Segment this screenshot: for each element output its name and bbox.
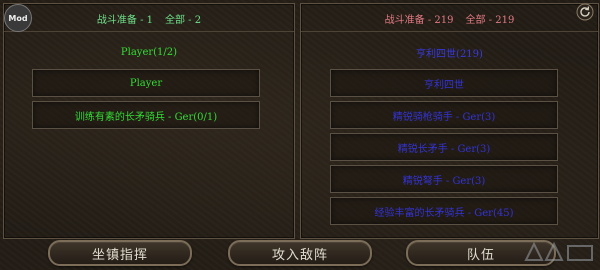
enemy-total-count: 全部 - 219 [465, 14, 515, 26]
enemy-troop-row[interactable]: 亨利四世 [330, 69, 558, 97]
player-party-header: 战斗准备 - 1 全部 - 2 [4, 4, 294, 32]
refresh-icon[interactable] [576, 3, 594, 21]
command-from-rear-button[interactable]: 坐镇指挥 [48, 240, 192, 266]
player-troop-row[interactable]: 训练有素的长矛骑兵 - Ger(0/1) [32, 101, 260, 129]
mod-badge[interactable]: Mod [4, 4, 32, 32]
header-divider [4, 31, 294, 32]
enemy-troop-row[interactable]: 精锐骑枪骑手 - Ger(3) [330, 101, 558, 129]
enemy-party-panel: 战斗准备 - 219 全部 - 219 亨利四世(219) 亨利四世 精锐骑枪骑… [300, 3, 599, 239]
header-divider [301, 31, 598, 32]
enemy-troop-row[interactable]: 精锐弩手 - Ger(3) [330, 165, 558, 193]
enemy-troop-row[interactable]: 精锐长矛手 - Ger(3) [330, 133, 558, 161]
player-group-title[interactable]: Player(1/2) [4, 40, 294, 64]
enemy-ready-count: 战斗准备 - 219 [384, 14, 454, 26]
enemy-group-title[interactable]: 亨利四世(219) [301, 40, 598, 64]
party-formation-button[interactable]: 队伍 [406, 240, 556, 266]
charge-attack-button[interactable]: 攻入敌阵 [228, 240, 372, 266]
player-ready-count: 战斗准备 - 1 [96, 14, 153, 26]
enemy-troop-row[interactable]: 经验丰富的长矛骑兵 - Ger(45) [330, 197, 558, 225]
player-total-count: 全部 - 2 [165, 14, 202, 26]
player-troop-row[interactable]: Player [32, 69, 260, 97]
enemy-party-header: 战斗准备 - 219 全部 - 219 [301, 4, 598, 32]
player-party-panel: 战斗准备 - 1 全部 - 2 Player(1/2) Player 训练有素的… [3, 3, 295, 239]
